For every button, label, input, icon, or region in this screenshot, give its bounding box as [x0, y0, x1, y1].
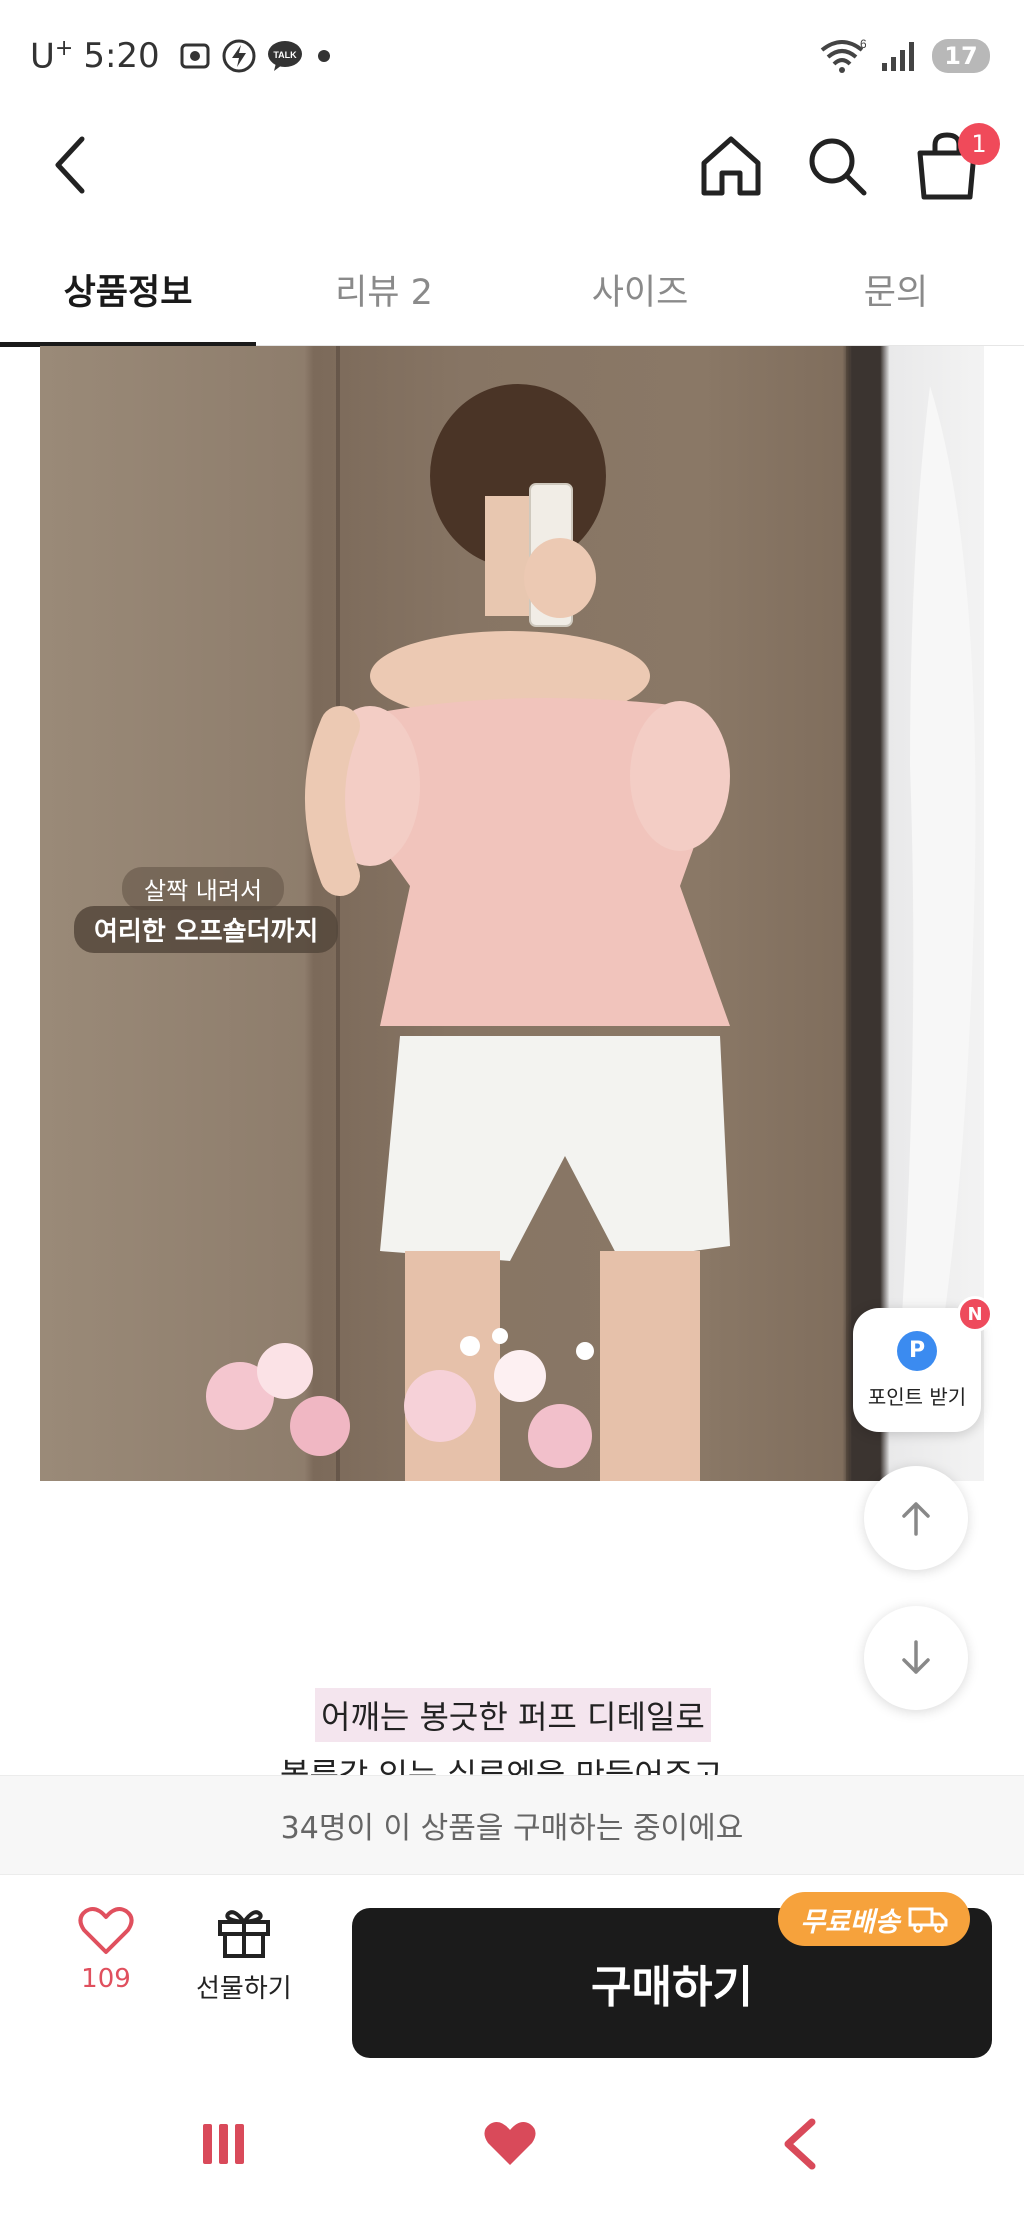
system-navigation-bar [0, 2066, 1024, 2219]
points-icon: P [897, 1330, 937, 1371]
product-tabs: 상품정보 리뷰 2 사이즈 문의 [0, 250, 1024, 347]
points-label: 포인트 받기 [867, 1384, 967, 1409]
heart-outline-icon [78, 1907, 134, 1954]
status-bar: U+ 5:20 TALK 6 17 [0, 0, 1024, 115]
carrier-label: U+ [30, 36, 73, 76]
dot-icon [317, 50, 330, 63]
image-caption-line2: 여리한 오프숄더까지 [74, 906, 339, 953]
home-icon [701, 136, 761, 196]
new-badge: N [957, 1296, 993, 1332]
battery-indicator: 17 [932, 39, 990, 73]
product-photo: 살짝 내려서 여리한 오프숄더까지 [40, 346, 984, 1481]
notification-icons: TALK [178, 39, 334, 73]
talk-icon: TALK [267, 41, 302, 72]
like-button[interactable]: 109 [58, 1906, 154, 2016]
carrier-text: U [30, 36, 55, 77]
search-icon [809, 138, 867, 196]
signal-icon [882, 42, 914, 71]
like-count: 109 [81, 1964, 131, 1994]
tab-inquiry[interactable]: 문의 [768, 250, 1024, 346]
tab-product-info[interactable]: 상품정보 [0, 250, 256, 347]
gift-label: 선물하기 [196, 1974, 292, 2004]
tab-size[interactable]: 사이즈 [512, 250, 768, 346]
get-points-button[interactable]: P 포인트 받기 N [853, 1296, 993, 1432]
recent-apps-button[interactable] [184, 2112, 264, 2176]
search-button[interactable] [802, 131, 872, 201]
scroll-to-top-button[interactable] [864, 1466, 968, 1570]
recent-apps-icon [203, 2124, 244, 2164]
tab-reviews[interactable]: 리뷰 2 [256, 250, 512, 346]
arrow-down-icon [902, 1640, 930, 1674]
cart-count-badge: 1 [958, 123, 1000, 165]
status-left: U+ 5:20 TALK [30, 36, 334, 76]
heart-filled-icon [484, 2122, 536, 2165]
purchase-action-bar: 109 선물하기 구매하기 무료배송 [0, 1876, 1024, 2066]
screenshot-icon [180, 43, 210, 69]
cart-button[interactable]: 1 [910, 123, 1000, 203]
carrier-sup: + [54, 36, 74, 61]
chevron-left-icon [55, 136, 85, 194]
gift-icon [217, 1910, 270, 1958]
buying-now-banner: 34명이 이 상품을 구매하는 중이에요 [0, 1775, 1024, 1875]
back-arrow-icon [784, 2118, 816, 2170]
svg-text:6: 6 [860, 38, 866, 51]
truck-icon [908, 1907, 948, 1933]
top-navigation: 1 [0, 115, 1024, 215]
system-back-button[interactable] [760, 2112, 840, 2176]
back-button[interactable] [38, 133, 102, 197]
image-caption-line1: 살짝 내려서 [122, 867, 285, 910]
gift-button[interactable]: 선물하기 [196, 1906, 292, 2016]
bolt-icon [222, 39, 256, 73]
description-highlight: 어깨는 봉긋한 퍼프 디테일로 [315, 1688, 711, 1742]
wifi-icon: 6 [820, 38, 866, 73]
description-text: 볼륨감 있는 실루엣을 만들어주고 [280, 1756, 723, 1776]
free-shipping-label: 무료배송 [800, 1906, 900, 1938]
svg-text:TALK: TALK [273, 50, 297, 60]
free-shipping-badge: 무료배송 [778, 1892, 970, 1946]
home-nav-button[interactable] [470, 2112, 550, 2176]
scroll-to-bottom-button[interactable] [864, 1606, 968, 1710]
home-button[interactable] [696, 131, 766, 201]
arrow-up-icon [902, 1502, 930, 1536]
status-right: 6 17 [818, 38, 990, 74]
status-time: 5:20 [83, 36, 160, 77]
